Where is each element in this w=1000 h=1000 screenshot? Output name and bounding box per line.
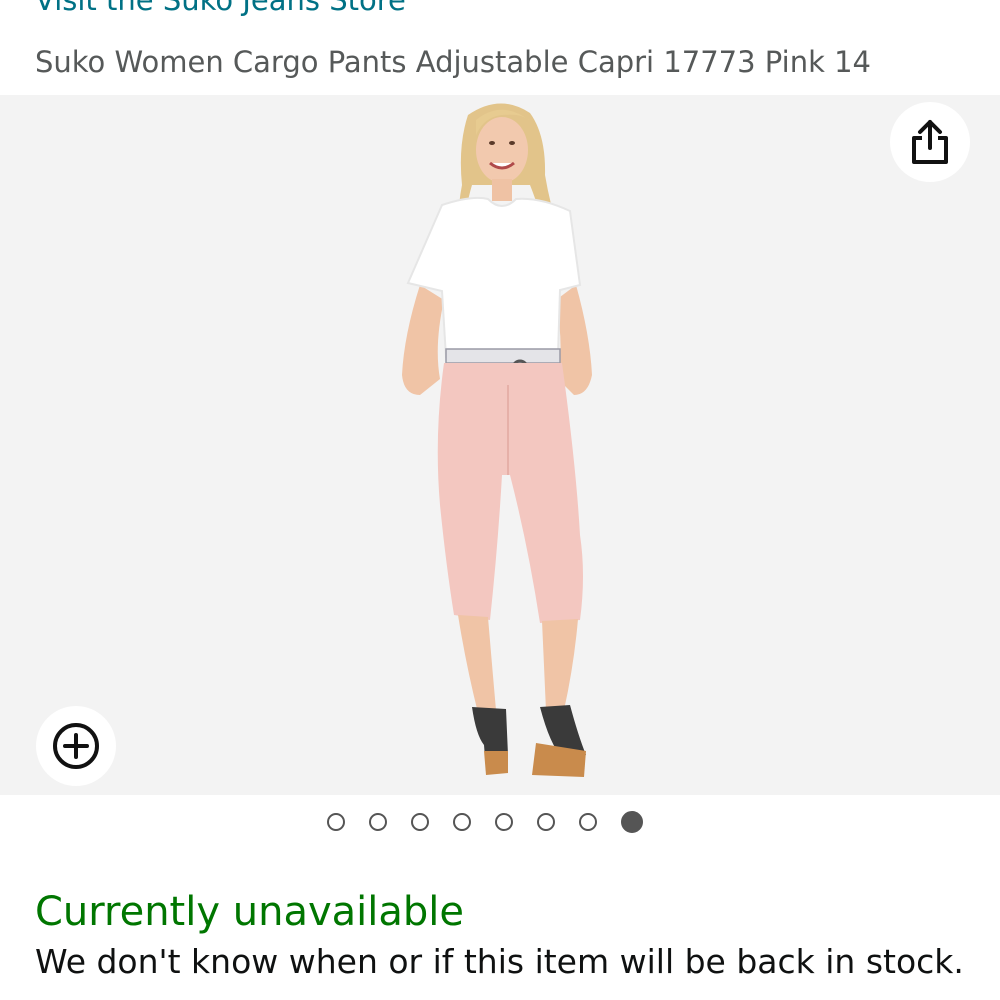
share-icon	[912, 120, 948, 164]
product-page: Visit the Suko Jeans Store Suko Women Ca…	[0, 0, 1000, 1000]
product-image	[402, 103, 592, 777]
pagination-dot[interactable]	[411, 813, 429, 831]
store-link[interactable]: Visit the Suko Jeans Store	[35, 0, 406, 15]
pagination-dot[interactable]	[495, 813, 513, 831]
image-pagination-dots	[327, 811, 643, 833]
product-title: Suko Women Cargo Pants Adjustable Capri …	[35, 45, 872, 79]
zoom-plus-icon	[53, 723, 99, 769]
product-image-carousel[interactable]	[0, 95, 1000, 795]
pagination-dot[interactable]	[369, 813, 387, 831]
share-button[interactable]	[890, 102, 970, 182]
zoom-button[interactable]	[36, 706, 116, 786]
availability-status: Currently unavailable	[35, 889, 464, 935]
image-pagination	[0, 811, 1000, 837]
pagination-dot[interactable]	[453, 813, 471, 831]
pagination-dot[interactable]	[327, 813, 345, 831]
pagination-dot[interactable]	[579, 813, 597, 831]
pagination-dot[interactable]	[537, 813, 555, 831]
pagination-dot[interactable]	[621, 811, 643, 833]
stock-note: We don't know when or if this item will …	[35, 942, 964, 981]
